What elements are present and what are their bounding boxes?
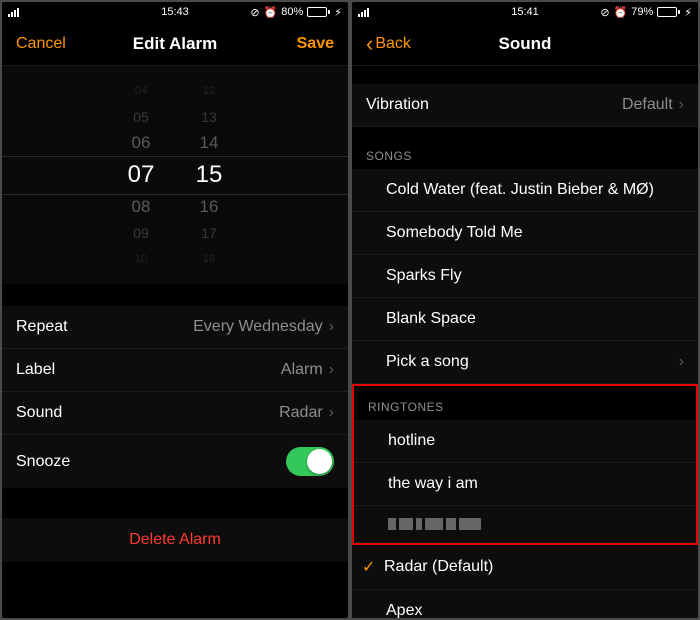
rotation-lock-icon: ⊘ — [600, 6, 609, 19]
chevron-right-icon: › — [329, 404, 334, 422]
ringtone-row[interactable]: ✓ Radar (Default) — [352, 545, 698, 590]
chevron-left-icon: ‹ — [366, 33, 373, 55]
checkmark-icon: ✓ — [362, 557, 382, 577]
ringtones-header: RINGTONES — [354, 386, 696, 420]
nav-bar: Cancel Edit Alarm Save — [2, 22, 348, 66]
delete-alarm-button[interactable]: Delete Alarm — [2, 518, 348, 562]
battery-icon — [307, 7, 330, 17]
chevron-right-icon: › — [679, 96, 684, 114]
song-row[interactable]: Cold Water (feat. Justin Bieber & MØ) — [352, 169, 698, 212]
battery-percent: 80% — [281, 6, 303, 18]
cancel-button[interactable]: Cancel — [16, 35, 66, 53]
charging-icon: ⚡︎ — [334, 6, 342, 19]
status-bar: 15:41 ⊘ ⏰ 79% ⚡︎ — [352, 2, 698, 22]
signal-icon — [8, 8, 19, 17]
edit-alarm-screen: 15:43 ⊘ ⏰ 80% ⚡︎ Cancel Edit Alarm Save … — [2, 2, 348, 618]
song-row[interactable]: Somebody Told Me — [352, 212, 698, 255]
time-picker[interactable]: 0412 0513 0614 0715 0816 0917 1018 — [2, 66, 348, 284]
page-title: Sound — [499, 34, 552, 54]
status-time: 15:43 — [161, 6, 189, 18]
pick-song-row[interactable]: Pick a song › — [352, 341, 698, 384]
snooze-toggle[interactable] — [286, 447, 334, 476]
alarm-settings-list: Repeat Every Wednesday› Label Alarm› Sou… — [2, 306, 348, 488]
song-row[interactable]: Blank Space — [352, 298, 698, 341]
charging-icon: ⚡︎ — [684, 6, 692, 19]
repeat-row[interactable]: Repeat Every Wednesday› — [2, 306, 348, 349]
highlight-box: RINGTONES hotline the way i am — [352, 384, 698, 545]
ringtone-row[interactable]: Apex — [352, 590, 698, 618]
songs-header: SONGS — [352, 127, 698, 169]
chevron-right-icon: › — [329, 318, 334, 336]
battery-icon — [657, 7, 680, 17]
chevron-right-icon: › — [329, 361, 334, 379]
status-bar: 15:43 ⊘ ⏰ 80% ⚡︎ — [2, 2, 348, 22]
back-button[interactable]: ‹ Back — [366, 33, 411, 55]
alarm-icon: ⏰ — [614, 6, 628, 19]
sound-screen: 15:41 ⊘ ⏰ 79% ⚡︎ ‹ Back Sound Vibration … — [352, 2, 698, 618]
songs-list: Cold Water (feat. Justin Bieber & MØ) So… — [352, 169, 698, 384]
label-row[interactable]: Label Alarm› — [2, 349, 348, 392]
ringtone-row[interactable]: hotline — [354, 420, 696, 463]
chevron-right-icon: › — [679, 353, 684, 371]
nav-bar: ‹ Back Sound — [352, 22, 698, 66]
page-title: Edit Alarm — [133, 34, 217, 54]
battery-percent: 79% — [631, 6, 653, 18]
snooze-row: Snooze — [2, 435, 348, 488]
signal-icon — [358, 8, 369, 17]
rotation-lock-icon: ⊘ — [250, 6, 259, 19]
ringtone-row[interactable]: the way i am — [354, 463, 696, 506]
alarm-icon: ⏰ — [264, 6, 278, 19]
sound-row[interactable]: Sound Radar› — [2, 392, 348, 435]
song-row[interactable]: Sparks Fly — [352, 255, 698, 298]
ringtones-list: ✓ Radar (Default) Apex Beacon — [352, 545, 698, 618]
save-button[interactable]: Save — [297, 35, 334, 53]
vibration-row[interactable]: Vibration Default› — [352, 84, 698, 127]
ringtone-row-obscured[interactable] — [354, 506, 696, 543]
censored-text — [388, 518, 481, 530]
status-time: 15:41 — [511, 6, 539, 18]
